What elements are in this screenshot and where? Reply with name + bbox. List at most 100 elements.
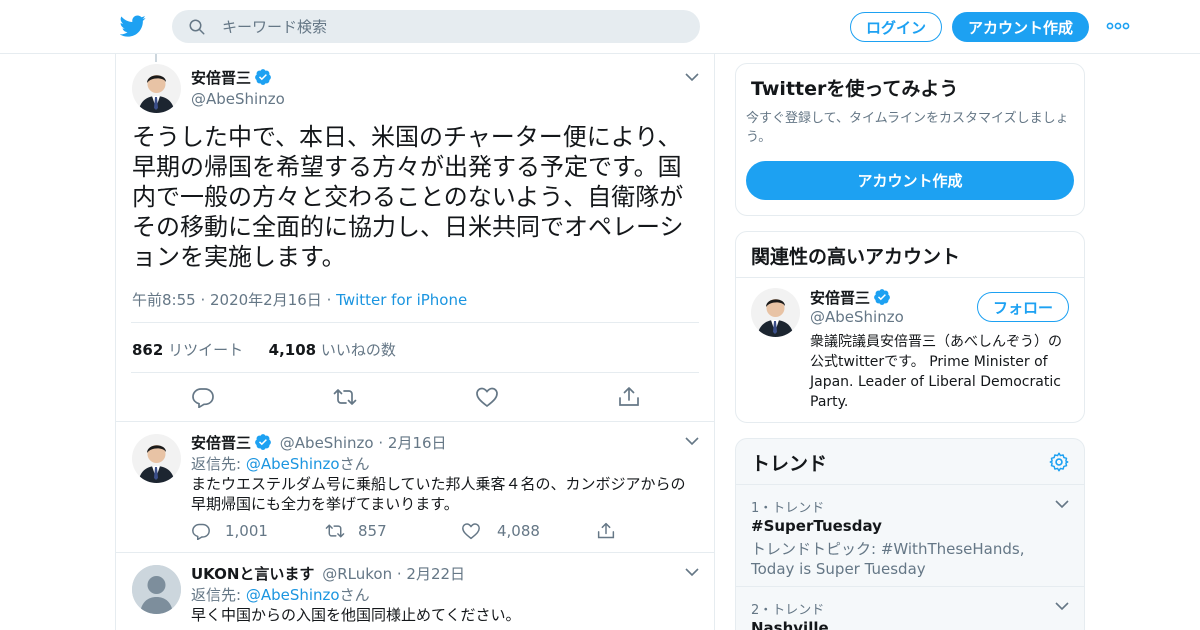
avatar-photo (132, 434, 181, 483)
like-label[interactable]: いいねの数 (321, 341, 396, 359)
default-avatar[interactable] (132, 565, 181, 614)
signup-button[interactable]: アカウント作成 (746, 161, 1074, 200)
display-name[interactable]: UKONと言います (191, 565, 314, 583)
tweet-text: 早く中国からの入国を他国同様止めてください。 (191, 606, 521, 624)
trend-rank: 1・トレンド (751, 501, 825, 516)
tweet-stats: 862 リツイート 4,108 いいねの数 (132, 339, 396, 360)
avatar[interactable] (751, 288, 800, 337)
account-bio: 衆議院議員安倍晋三（あべしんぞう）の公式twitterです。 Prime Min… (810, 334, 1062, 410)
verified-badge-icon (255, 69, 271, 85)
trends-card: トレンド 1・トレンド #SuperTuesday トレンドトピック: #Wit… (735, 438, 1085, 630)
chevron-down-icon[interactable] (1055, 499, 1069, 509)
trend-description: トレンドトピック: #WithTheseHands, Today is Supe… (751, 540, 1025, 578)
tweet-source-link[interactable]: Twitter for iPhone (336, 291, 467, 309)
main-timeline-column: 安倍晋三 @AbeShinzo そうした中で、本日、米国のチャーター便により、早… (115, 54, 715, 630)
handle[interactable]: @AbeShinzo (191, 90, 285, 108)
card-title: トレンド (751, 453, 828, 475)
avatar[interactable] (132, 64, 181, 113)
top-navigation-bar: ログイン アカウント作成 (0, 0, 1200, 54)
card-title: 関連性の高いアカウント (751, 246, 961, 268)
focus-tweet-name-row: 安倍晋三 @AbeShinzo (191, 67, 285, 108)
replying-to: 返信先: @AbeShinzoさん (191, 454, 696, 474)
replying-to: 返信先: @AbeShinzoさん (191, 585, 696, 605)
replying-to-link[interactable]: @AbeShinzo (246, 586, 340, 604)
tweet-timestamp[interactable]: 午前8:55 · 2020年2月16日 (132, 291, 322, 309)
retweet-icon (325, 524, 345, 538)
display-name[interactable]: 安倍晋三 (191, 434, 251, 452)
signup-prompt-card: Twitterを使ってみよう 今すぐ登録して、タイムラインをカスタマイズしましょ… (735, 63, 1085, 216)
trend-item[interactable]: 1・トレンド #SuperTuesday トレンドトピック: #WithThes… (736, 484, 1084, 586)
dot-separator: · (396, 565, 402, 583)
like-count: 4,088 (497, 522, 540, 540)
replying-to-suffix: さん (339, 455, 370, 473)
default-avatar-icon (132, 565, 181, 614)
handle[interactable]: @AbeShinzo (810, 308, 904, 326)
divider (131, 322, 699, 323)
replying-to-prefix: 返信先: (191, 455, 246, 473)
share-icon[interactable] (596, 522, 616, 540)
twitter-bird-logo-icon[interactable] (120, 13, 146, 39)
thread-connector-line (155, 54, 157, 62)
tweet-date[interactable]: 2月22日 (406, 565, 465, 583)
like-heart-icon (462, 523, 480, 540)
divider (131, 372, 699, 373)
reply-header: 安倍晋三 @AbeShinzo · 2月16日 (191, 432, 447, 453)
reply-tweet[interactable]: UKONと言います @RLukon · 2月22日 返信先: @AbeShinz… (116, 552, 714, 630)
tweet-text: そうした中で、本日、米国のチャーター便により、早期の帰国を希望する方々が出発する… (132, 123, 684, 271)
tweet-text: またウエステルダム号に乗船していた邦人乗客４名の、カンボジアからの早期帰国にも全… (191, 475, 686, 513)
retweet-label[interactable]: リツイート (168, 341, 243, 359)
replying-to-link[interactable]: @AbeShinzo (246, 455, 340, 473)
tweet-date[interactable]: 2月16日 (388, 434, 447, 452)
verified-badge-icon (255, 434, 271, 450)
like-action[interactable]: 4,088 (461, 522, 540, 540)
signup-button[interactable]: アカウント作成 (952, 12, 1089, 42)
retweet-icon[interactable] (333, 386, 357, 408)
search-box[interactable] (172, 10, 700, 43)
search-icon (189, 19, 205, 35)
tweet-meta: 午前8:55 · 2020年2月16日 · Twitter for iPhone (132, 289, 467, 310)
reply-count: 1,001 (225, 522, 268, 540)
chevron-down-icon[interactable] (1055, 601, 1069, 611)
display-name[interactable]: 安倍晋三 (810, 289, 870, 307)
card-description: 今すぐ登録して、タイムラインをカスタマイズしましょう。 (746, 111, 1069, 145)
related-accounts-card: 関連性の高いアカウント 安倍晋三 @AbeShinzo フォロー 衆議院議員安倍… (735, 231, 1085, 423)
retweet-count[interactable]: 862 (132, 341, 163, 359)
replying-to-prefix: 返信先: (191, 586, 246, 604)
trend-name[interactable]: #SuperTuesday (751, 517, 882, 535)
like-heart-icon[interactable] (475, 386, 499, 408)
chevron-down-icon[interactable] (685, 72, 699, 82)
like-count[interactable]: 4,108 (269, 341, 316, 359)
avatar-photo (751, 288, 800, 337)
reply-header: UKONと言います @RLukon · 2月22日 (191, 563, 465, 584)
follow-button[interactable]: フォロー (977, 292, 1069, 322)
reply-action[interactable]: 1,001 (191, 522, 268, 540)
search-input[interactable] (222, 10, 682, 43)
avatar-photo (132, 64, 181, 113)
card-title: Twitterを使ってみよう (751, 78, 959, 100)
share-icon[interactable] (617, 386, 641, 408)
verified-badge-icon (874, 289, 890, 305)
handle[interactable]: @RLukon (322, 565, 392, 583)
reply-icon (192, 523, 210, 540)
more-options-icon[interactable] (1106, 16, 1130, 36)
settings-gear-icon[interactable] (1048, 451, 1070, 473)
reply-content: 返信先: @AbeShinzoさん 早く中国からの入国を他国同様止めてください。 (191, 585, 696, 625)
reply-tweet[interactable]: 安倍晋三 @AbeShinzo · 2月16日 返信先: @AbeShinzoさ… (116, 421, 714, 552)
trend-item[interactable]: 2・トレンド Nashville (736, 586, 1084, 630)
trend-rank: 2・トレンド (751, 603, 825, 618)
chevron-down-icon[interactable] (685, 567, 699, 577)
avatar[interactable] (132, 434, 181, 483)
reply-icon[interactable] (191, 386, 215, 408)
chevron-down-icon[interactable] (685, 436, 699, 446)
display-name[interactable]: 安倍晋三 (191, 69, 251, 87)
related-account-info: 安倍晋三 @AbeShinzo (810, 287, 904, 326)
dot-separator: · (378, 434, 384, 452)
trend-name[interactable]: Nashville (751, 619, 829, 630)
retweet-count: 857 (358, 522, 387, 540)
meta-separator: · (326, 291, 332, 309)
handle[interactable]: @AbeShinzo (280, 434, 374, 452)
login-button[interactable]: ログイン (850, 12, 942, 42)
retweet-action[interactable]: 857 (324, 522, 387, 540)
replying-to-suffix: さん (339, 586, 370, 604)
divider (736, 277, 1084, 278)
